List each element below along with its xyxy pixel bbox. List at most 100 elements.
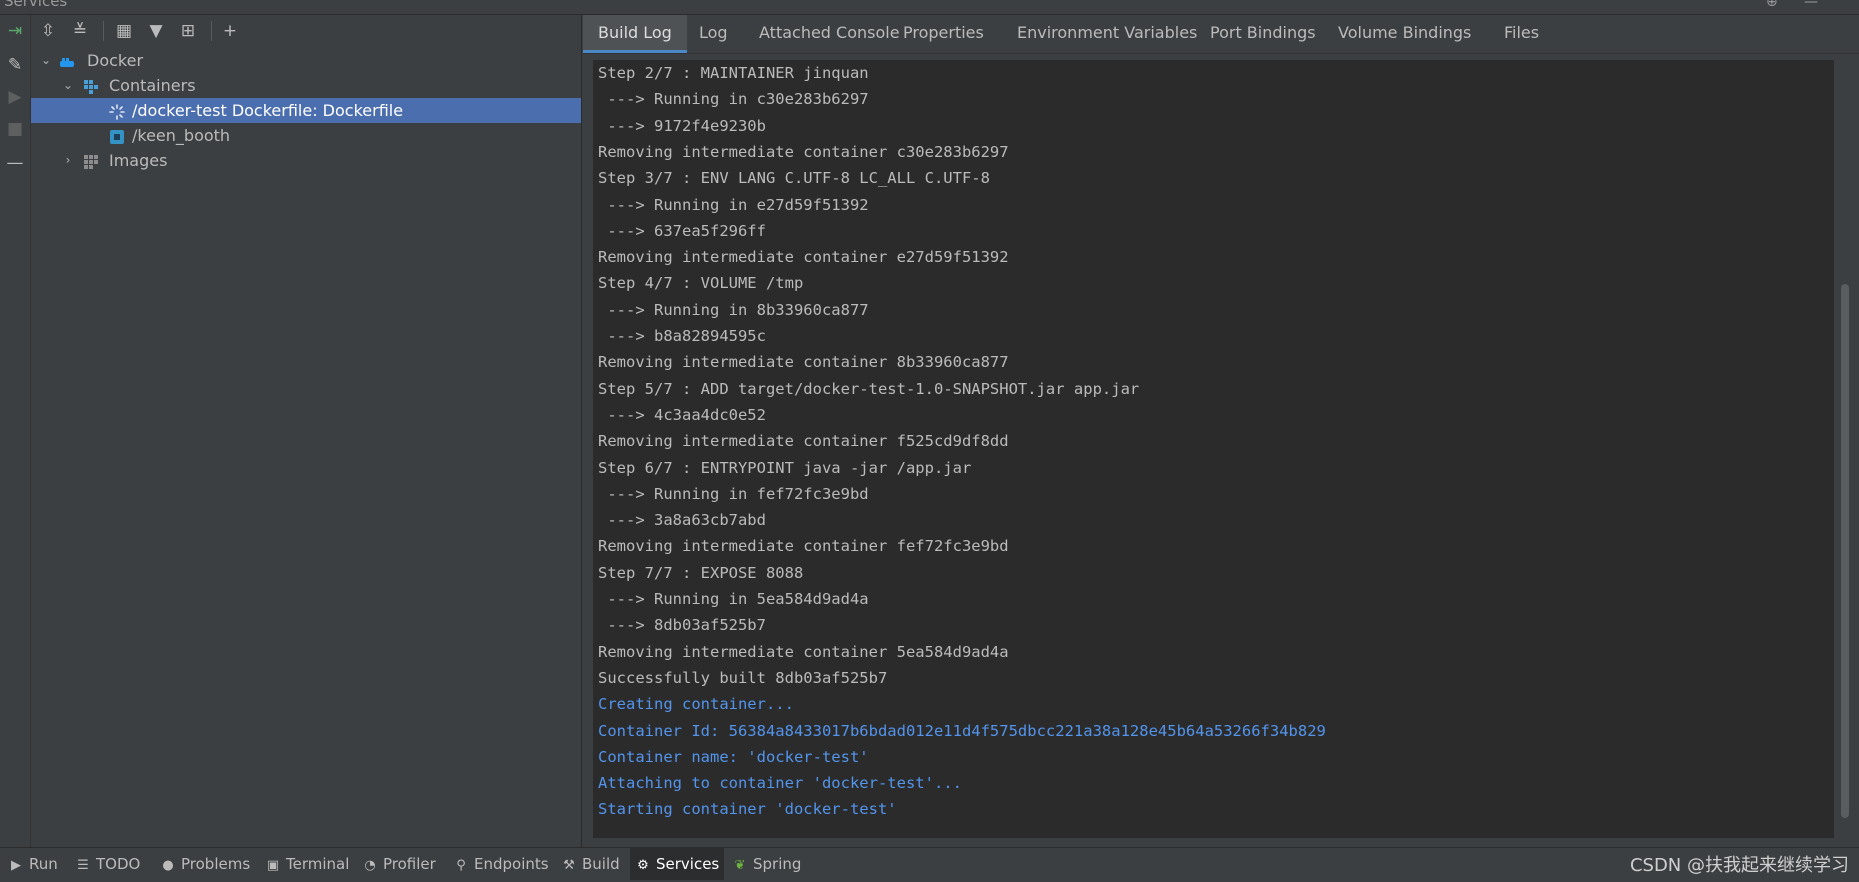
expand-all-icon[interactable]: ⇳ [35, 19, 61, 43]
images-icon [83, 152, 99, 169]
endpoints-icon: ⚲ [456, 858, 466, 873]
tool-window-bar: ▶ Run ☰ TODO ● Problems ▣ Terminal ◔ Profiler… [0, 847, 1859, 880]
log-line: Container Id: 56384a8433017b6bdad012e11d… [598, 721, 1326, 740]
endpoints-tool-button[interactable]: ⚲ Endpoints [448, 848, 554, 880]
tab-port-bindings[interactable]: Port Bindings [1195, 15, 1331, 53]
tree-item-label: Containers [109, 76, 196, 95]
tree-item-label: /keen_booth [132, 126, 231, 145]
tab-environment-variables[interactable]: Environment Variables [1002, 15, 1212, 53]
log-line: Creating container... [598, 695, 794, 714]
window-title-bar: Services ⊕ — [0, 0, 1859, 15]
tree-item-label: Images [109, 151, 168, 170]
log-line: Container name: 'docker-test' [598, 747, 869, 766]
edit-icon[interactable]: ✎ [5, 55, 25, 75]
services-tree-pane: ⇳ ≚ ▦ ▼ ⊞ + ⌄ Docker ⌄ Containers /docke… [31, 15, 582, 847]
window-title: Services [4, 0, 68, 10]
log-line: Removing intermediate container 5ea584d9… [598, 642, 1009, 661]
log-line: ---> b8a82894595c [598, 327, 766, 345]
spring-icon: ❦ [734, 858, 746, 873]
tool-label: Endpoints [474, 855, 549, 873]
filter-icon[interactable]: ▼ [143, 19, 169, 43]
docker-icon [59, 52, 75, 68]
todo-tool-button[interactable]: ☰ TODO [70, 848, 145, 880]
container-icon [109, 127, 125, 144]
services-tool-button[interactable]: ⚙ Services [630, 848, 725, 880]
services-icon: ⚙ [637, 858, 649, 873]
left-action-rail: ⇥ ✎ ▶ ■ — [0, 15, 31, 847]
collapse-all-icon[interactable]: ≚ [67, 19, 93, 43]
hide-icon[interactable]: — [1804, 0, 1818, 10]
tool-label: Spring [753, 855, 802, 873]
tool-label: Build [582, 855, 620, 873]
tree-item-docker-test[interactable]: /docker-test Dockerfile: Dockerfile [31, 98, 581, 123]
console-scrollbar[interactable] [1838, 60, 1852, 838]
spring-tool-button[interactable]: ❦ Spring [727, 848, 806, 880]
terminal-icon: ▣ [266, 858, 280, 873]
build-icon: ⚒ [563, 858, 575, 873]
tool-label: Problems [181, 855, 251, 873]
run-icon[interactable]: ▶ [5, 87, 25, 107]
toolbar-divider [103, 21, 104, 41]
build-tool-button[interactable]: ⚒ Build [556, 848, 625, 880]
chevron-down-icon[interactable]: ⌄ [39, 48, 53, 73]
log-line: Removing intermediate container e27d59f5… [598, 248, 1009, 267]
problems-tool-button[interactable]: ● Problems [155, 848, 255, 880]
containers-icon [83, 77, 99, 94]
tab-files[interactable]: Files [1489, 15, 1554, 53]
new-tab-icon[interactable]: ⊞ [175, 19, 201, 43]
log-line: Starting container 'docker-test' [598, 800, 897, 819]
minimize-icon[interactable]: — [5, 153, 25, 173]
build-log-console[interactable]: Step 2/7 : MAINTAINER jinquan ---> Runni… [593, 60, 1834, 838]
group-by-icon[interactable]: ▦ [111, 19, 137, 43]
watermark-text: CSDN @扶我起来继续学习 [1629, 855, 1849, 876]
tree-item-label: /docker-test Dockerfile: Dockerfile [132, 101, 404, 120]
tree-item-label: Docker [87, 51, 144, 70]
log-line: ---> Running in e27d59f51392 [598, 195, 869, 214]
chevron-right-icon[interactable]: › [61, 148, 75, 173]
log-line: ---> Running in 8b33960ca877 [598, 300, 869, 319]
log-line: ---> 3a8a63cb7abd [598, 511, 766, 530]
log-line: Step 7/7 : EXPOSE 8088 [598, 563, 804, 582]
tab-build-log[interactable]: Build Log [583, 15, 687, 53]
tree-item-containers[interactable]: ⌄ Containers [31, 73, 581, 98]
log-line: ---> Running in fef72fc3e9bd [598, 484, 869, 503]
detail-tabs: Build Log Log Attached Console Propertie… [583, 15, 1859, 54]
terminal-tool-button[interactable]: ▣ Terminal [260, 848, 354, 880]
log-line: ---> 637ea5f296ff [598, 221, 766, 240]
log-line: ---> 9172f4e9230b [598, 116, 766, 135]
tool-label: TODO [96, 855, 141, 873]
tree-item-keen-booth[interactable]: /keen_booth [31, 123, 581, 148]
log-line: Removing intermediate container c30e283b… [598, 142, 1009, 161]
loading-spinner-icon [109, 102, 125, 120]
log-line: Removing intermediate container fef72fc3… [598, 537, 1009, 556]
log-line: Removing intermediate container 8b33960c… [598, 353, 1009, 372]
log-line: ---> Running in c30e283b6297 [598, 90, 869, 109]
log-line: Removing intermediate container f525cd9d… [598, 432, 1009, 451]
log-line: ---> 4c3aa4dc0e52 [598, 405, 766, 424]
log-line: Step 6/7 : ENTRYPOINT java -jar /app.jar [598, 458, 972, 477]
settings-icon[interactable]: ⊕ [1766, 0, 1778, 10]
tab-log[interactable]: Log [684, 15, 743, 53]
log-line: ---> Running in 5ea584d9ad4a [598, 590, 869, 608]
log-line: Step 2/7 : MAINTAINER jinquan [598, 64, 869, 82]
tab-volume-bindings[interactable]: Volume Bindings [1323, 15, 1486, 53]
run-icon: ▶ [11, 858, 21, 873]
chevron-down-icon[interactable]: ⌄ [61, 73, 75, 98]
log-line: Step 4/7 : VOLUME /tmp [598, 274, 804, 293]
tool-label: Profiler [383, 855, 436, 873]
log-line: Attaching to container 'docker-test'... [598, 774, 962, 793]
profiler-tool-button[interactable]: ◔ Profiler [357, 848, 441, 880]
rerun-icon[interactable]: ⇥ [5, 21, 25, 41]
todo-icon: ☰ [77, 858, 89, 873]
tool-label: Services [656, 855, 720, 873]
add-icon[interactable]: + [217, 19, 243, 43]
stop-icon[interactable]: ■ [5, 119, 25, 139]
run-tool-button[interactable]: ▶ Run [3, 848, 63, 880]
tree-item-docker[interactable]: ⌄ Docker [31, 48, 581, 73]
tool-label: Run [29, 855, 58, 873]
tab-properties[interactable]: Properties [888, 15, 999, 53]
scrollbar-thumb[interactable] [1841, 284, 1849, 818]
tool-label: Terminal [286, 855, 350, 873]
tree-item-images[interactable]: › Images [31, 148, 581, 173]
problems-icon: ● [162, 858, 174, 873]
